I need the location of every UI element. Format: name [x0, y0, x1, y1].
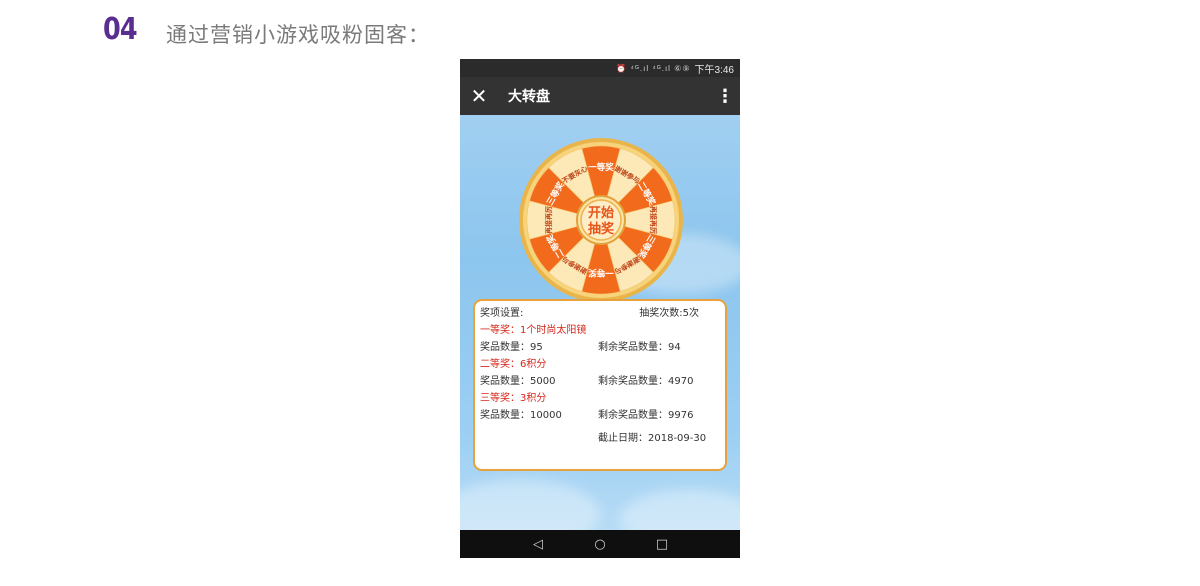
prize-name: 二等奖：6积分: [480, 359, 547, 370]
prize-wheel: 一等奖 谢谢参与 二等奖 再接再厉 三等奖 谢谢参与 一等奖 谢谢参与 二等奖 再接再厉 三等奖 不要…: [518, 137, 684, 303]
prize-name: 一等奖：1个时尚太阳镜: [480, 325, 587, 336]
deadline: 截止日期：2018-09-30: [598, 433, 707, 444]
app-navbar: ✕ 大转盘 ⋮: [460, 77, 740, 115]
back-icon[interactable]: ◁: [530, 537, 546, 552]
prize-quantity: 奖品数量：5000: [480, 376, 556, 387]
slide-page: 04 通过营销小游戏吸粉固客： ⏰ ⁴ᴳ.ıl ⁴ᴳ.ıl ⑥⑨ 下午3:46 …: [0, 0, 1200, 586]
wheel-segment-label: 一等奖: [588, 267, 614, 278]
prize-remaining: 剩余奖品数量：9976: [598, 410, 694, 421]
prize-quantity: 奖品数量：10000: [480, 410, 562, 421]
android-nav-bar: ◁ ○ □: [460, 530, 740, 558]
more-menu-icon[interactable]: ⋮: [710, 86, 740, 107]
spin-button[interactable]: 开始 抽奖: [580, 199, 622, 241]
status-icons: ⏰ ⁴ᴳ.ıl ⁴ᴳ.ıl ⑥⑨: [616, 63, 691, 73]
phone-screen: ⏰ ⁴ᴳ.ıl ⁴ᴳ.ıl ⑥⑨ 下午3:46 ✕ 大转盘 ⋮ 一等奖 谢谢参与二…: [460, 59, 740, 558]
prize-remaining: 剩余奖品数量：4970: [598, 376, 694, 387]
prize-remaining: 剩余奖品数量：94: [598, 342, 681, 353]
recent-apps-icon[interactable]: □: [654, 537, 670, 552]
spin-label-line2: 抽奖: [588, 221, 615, 237]
status-time: 下午3:46: [694, 64, 734, 76]
prize-quantity: 奖品数量：95: [480, 342, 543, 353]
slide-number: 04: [103, 12, 138, 47]
home-icon[interactable]: ○: [592, 537, 608, 552]
draw-count: 抽奖次数:5次: [639, 308, 699, 319]
status-bar: ⏰ ⁴ᴳ.ıl ⁴ᴳ.ıl ⑥⑨ 下午3:46: [460, 59, 740, 77]
prize-info-card: 奖项设置: 抽奖次数:5次 一等奖：1个时尚太阳镜 奖品数量：95 剩余奖品数量…: [473, 299, 727, 471]
wheel-segment-label: 一等奖: [588, 162, 614, 173]
wheel-graphic: 一等奖 谢谢参与二等奖再接再厉三等奖谢谢参与一等奖谢谢参与二等奖再接再厉三等奖不要…: [519, 138, 683, 302]
prize-settings-label: 奖项设置:: [480, 308, 524, 319]
spin-label-line1: 开始: [588, 205, 614, 221]
close-icon[interactable]: ✕: [460, 84, 498, 108]
slide-title: 通过营销小游戏吸粉固客：: [166, 23, 430, 47]
wheel-segment-label: 再接再厉: [544, 206, 553, 234]
prize-name: 三等奖：3积分: [480, 393, 547, 404]
wheel-segment-label: 再接再厉: [649, 206, 658, 234]
page-title: 大转盘: [508, 89, 550, 105]
